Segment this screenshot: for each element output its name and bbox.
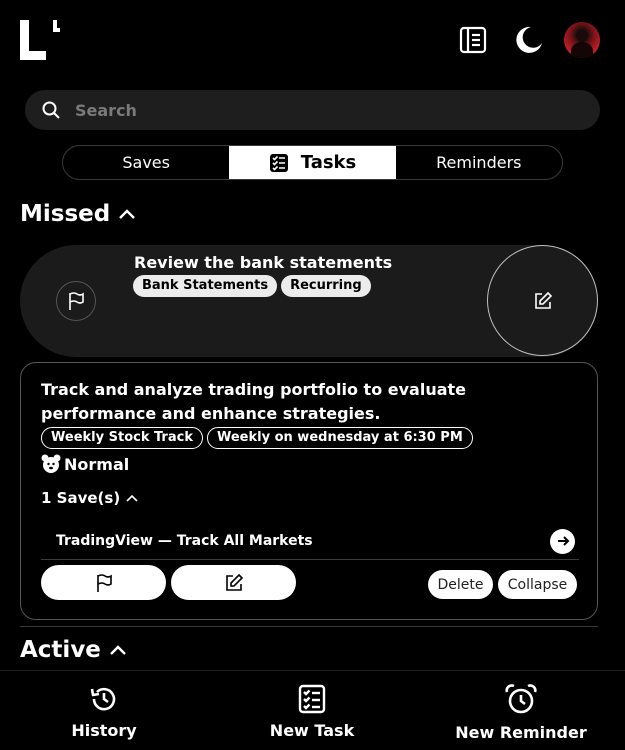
priority-indicator: Normal [41, 454, 129, 474]
saves-count: 1 Save(s) [41, 489, 121, 507]
missed-section-toggle[interactable]: Missed [20, 201, 136, 227]
delete-button[interactable]: Delete [428, 570, 493, 599]
tab-saves[interactable]: Saves [63, 146, 229, 179]
chevron-up-icon [119, 209, 136, 219]
tab-reminders[interactable]: Reminders [396, 146, 562, 179]
collapse-button[interactable]: Collapse [498, 570, 577, 599]
app-logo[interactable] [20, 20, 60, 60]
missed-heading: Missed [20, 201, 111, 227]
view-tabs: Saves Tasks Reminders [62, 145, 563, 180]
chevron-up-icon [110, 645, 126, 655]
save-item[interactable]: TradingView — Track All Markets [41, 523, 579, 560]
flag-button[interactable] [56, 281, 96, 321]
tag-chip[interactable]: Weekly Stock Track [41, 427, 203, 449]
search-input[interactable] [75, 100, 555, 120]
search-icon [42, 101, 60, 119]
missed-task-card[interactable]: Review the bank statements Bank Statemen… [20, 245, 598, 357]
nav-new-task-label: New Task [269, 721, 355, 740]
tab-tasks[interactable]: Tasks [229, 146, 396, 179]
nav-history[interactable]: History [4, 671, 204, 740]
edit-icon [225, 573, 243, 591]
open-save-button[interactable] [550, 528, 575, 554]
tag-chip[interactable]: Bank Statements [133, 275, 278, 297]
edit-icon [534, 291, 552, 309]
nav-history-label: History [71, 721, 137, 740]
arrow-right-icon [557, 536, 569, 546]
history-icon [90, 687, 116, 711]
bottom-nav: History New Task New Reminder [0, 670, 625, 750]
task-title: Review the bank statements [134, 253, 393, 272]
edit-button[interactable] [171, 565, 296, 600]
bear-icon [41, 454, 61, 473]
flag-icon [69, 292, 84, 310]
task-title: Track and analyze trading portfolio to e… [41, 380, 466, 423]
nav-new-reminder[interactable]: New Reminder [421, 671, 621, 742]
task-tags: Weekly Stock Track Weekly on wednesday a… [41, 427, 473, 449]
tab-saves-label: Saves [122, 153, 170, 172]
tag-chip[interactable]: Weekly on wednesday at 6:30 PM [206, 427, 473, 449]
section-divider [20, 626, 598, 627]
expanded-task-card: Track and analyze trading portfolio to e… [20, 362, 598, 620]
tag-chip[interactable]: Recurring [281, 275, 371, 297]
flag-button[interactable] [41, 565, 166, 600]
flag-icon [96, 573, 112, 592]
checklist-icon [269, 153, 288, 172]
moon-icon[interactable] [512, 24, 544, 56]
priority-label: Normal [64, 454, 130, 474]
save-item-name: TradingView — Track All Markets [56, 533, 313, 549]
new-task-icon [298, 684, 326, 714]
active-heading: Active [20, 637, 101, 663]
nav-new-task[interactable]: New Task [212, 671, 412, 740]
alarm-clock-icon [505, 684, 537, 714]
saves-toggle[interactable]: 1 Save(s) [41, 489, 138, 507]
task-tags: Bank Statements Recurring [133, 275, 371, 297]
tab-reminders-label: Reminders [436, 153, 522, 172]
tab-tasks-label: Tasks [300, 152, 357, 173]
notebook-icon[interactable] [457, 24, 489, 56]
search-bar[interactable] [25, 90, 600, 130]
nav-new-reminder-label: New Reminder [455, 723, 587, 742]
active-section-toggle[interactable]: Active [20, 637, 127, 663]
user-avatar[interactable] [564, 22, 600, 58]
edit-button[interactable] [487, 245, 598, 356]
chevron-up-icon [126, 494, 138, 502]
